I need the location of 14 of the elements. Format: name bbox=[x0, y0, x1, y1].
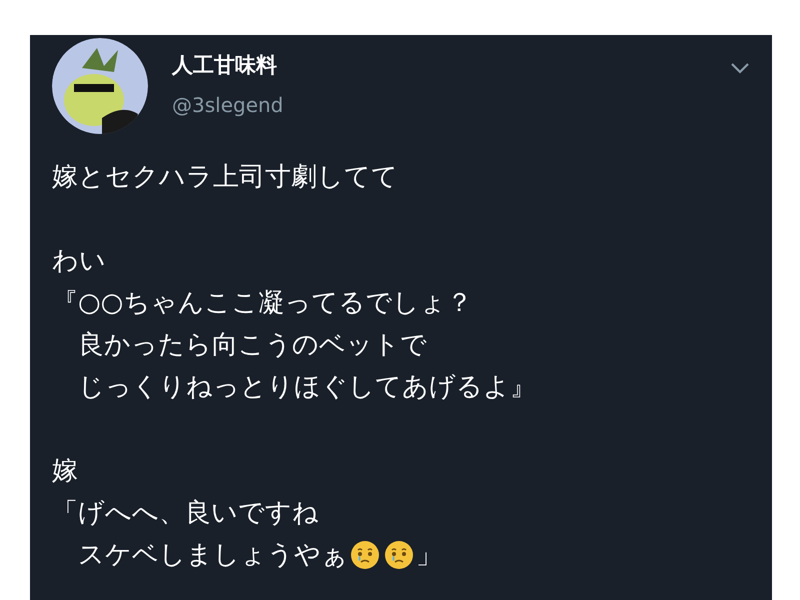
crying-face-icon bbox=[350, 540, 380, 570]
tweet-text: 」 bbox=[416, 539, 442, 572]
tweet-text: 嫁 bbox=[52, 455, 78, 488]
tweet-text: スケベしましょうやぁ bbox=[77, 539, 348, 572]
tweet-text: わい bbox=[52, 245, 106, 278]
crying-face-icon bbox=[384, 540, 414, 570]
tweet-text: 良かったら向こうのベットで bbox=[77, 329, 427, 362]
chevron-down-icon[interactable] bbox=[730, 62, 750, 74]
tweet-text: 嫁とセクハラ上司寸劇してて bbox=[52, 161, 398, 194]
display-name: 人工甘味料 bbox=[172, 52, 278, 78]
user-handle: @3slegend bbox=[172, 92, 284, 118]
tweet-text: じっくりねっとりほぐしてあげるよ』 bbox=[77, 371, 536, 404]
tweet-text: 『○○ちゃんここ凝ってるでしょ？ bbox=[52, 287, 472, 320]
tweet-text: 「げへへ、良いですね bbox=[52, 497, 319, 530]
